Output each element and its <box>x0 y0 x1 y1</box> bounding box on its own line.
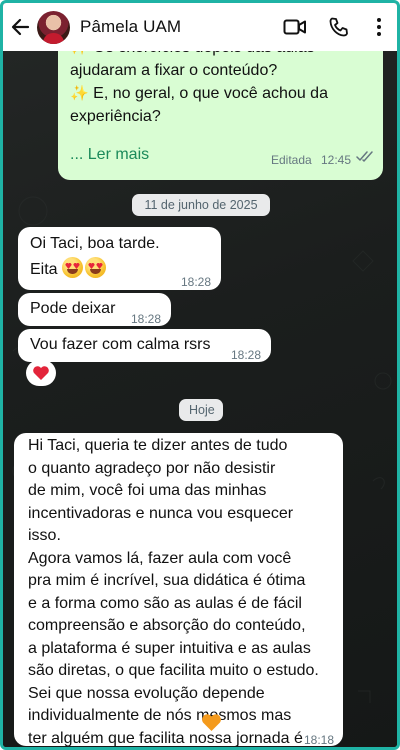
message-line: ajudaram a fixar o conteúdo? <box>70 62 278 79</box>
message-word: Eita <box>30 261 58 278</box>
message-time: 12:45 <box>321 153 352 167</box>
more-options-icon[interactable] <box>361 3 397 51</box>
message-time: 18:28 <box>131 312 162 326</box>
message-time: 18:18 <box>304 733 335 747</box>
message-line: Oi Taci, boa tarde. <box>30 235 160 252</box>
sparkles-emoji-icon: ✨ <box>70 85 89 102</box>
message-line: Eita <box>30 257 108 282</box>
phone-frame: Pâmela UAM ✨ Os exercícios depois das au… <box>0 0 400 750</box>
heart-eyes-emoji-icon <box>62 257 84 278</box>
message-line: pra mim é incrível, sua didática é ótima <box>28 572 306 589</box>
video-call-icon[interactable] <box>273 3 317 51</box>
chat-header: Pâmela UAM <box>3 3 397 51</box>
message-line: o quanto agradeço por não desistir <box>28 459 276 477</box>
outgoing-message[interactable]: ✨ Os exercícios depois das aulas ajudara… <box>58 31 383 180</box>
read-receipt-icon <box>356 151 373 162</box>
edited-label: Editada <box>271 153 312 167</box>
message-line: são diretas, o que facilita muito o estu… <box>28 662 319 679</box>
message-reaction[interactable] <box>26 360 56 386</box>
message-line: Sei que nossa evolução depende <box>28 684 265 702</box>
red-heart-icon <box>33 366 49 380</box>
message-line: e a forma como são as aulas é de fácil <box>28 594 302 612</box>
message-line: E, no geral, o que você achou da <box>93 85 328 102</box>
message-line: incentivadoras e nunca vou esquecer <box>28 504 294 522</box>
contact-name[interactable]: Pâmela UAM <box>80 17 273 37</box>
date-separator: 11 de junho de 2025 <box>132 194 270 216</box>
incoming-message[interactable]: Vou fazer com calma rsrs 18:28 <box>18 329 271 362</box>
message-line: isso. <box>28 527 61 544</box>
orange-heart-emoji-icon <box>201 713 222 740</box>
message-line: individualmente de nós mesmos mas <box>28 707 292 724</box>
message-line: Hi Taci, queria te dizer antes de tudo <box>28 437 288 454</box>
message-line: Pode deixar <box>30 300 116 317</box>
incoming-message[interactable]: Oi Taci, boa tarde. Eita 18:28 <box>18 227 221 290</box>
message-line: Vou fazer com calma rsrs <box>30 336 211 353</box>
message-line: de mim, você foi uma das minhas <box>28 482 267 499</box>
read-more-link[interactable]: ... Ler mais <box>70 144 149 167</box>
heart-eyes-emoji-icon <box>85 257 107 278</box>
message-line: ter alguém que facilita nossa jornada é <box>28 729 303 747</box>
message-line: Agora vamos lá, fazer aula com você <box>28 549 292 567</box>
message-line: a plataforma é super intuitiva e as aula… <box>28 639 311 657</box>
incoming-message[interactable]: Pode deixar 18:28 <box>18 293 171 326</box>
message-line: experiência? <box>70 108 161 125</box>
message-time: 18:28 <box>181 275 212 289</box>
message-text: ✨ E, no geral, o que você achou da <box>70 83 328 106</box>
chat-area[interactable]: ✨ Os exercícios depois das aulas ajudara… <box>3 31 397 747</box>
voice-call-icon[interactable] <box>317 3 361 51</box>
incoming-message[interactable]: Hi Taci, queria te dizer antes de tudo o … <box>14 433 343 747</box>
back-arrow-icon[interactable] <box>3 3 37 51</box>
message-line: compreensão e absorção do conteúdo, <box>28 617 306 634</box>
message-time: 18:28 <box>231 348 262 362</box>
message-text: Hi Taci, queria te dizer antes de tudo o … <box>28 435 319 747</box>
date-separator: Hoje <box>179 399 223 421</box>
avatar[interactable] <box>37 10 70 44</box>
